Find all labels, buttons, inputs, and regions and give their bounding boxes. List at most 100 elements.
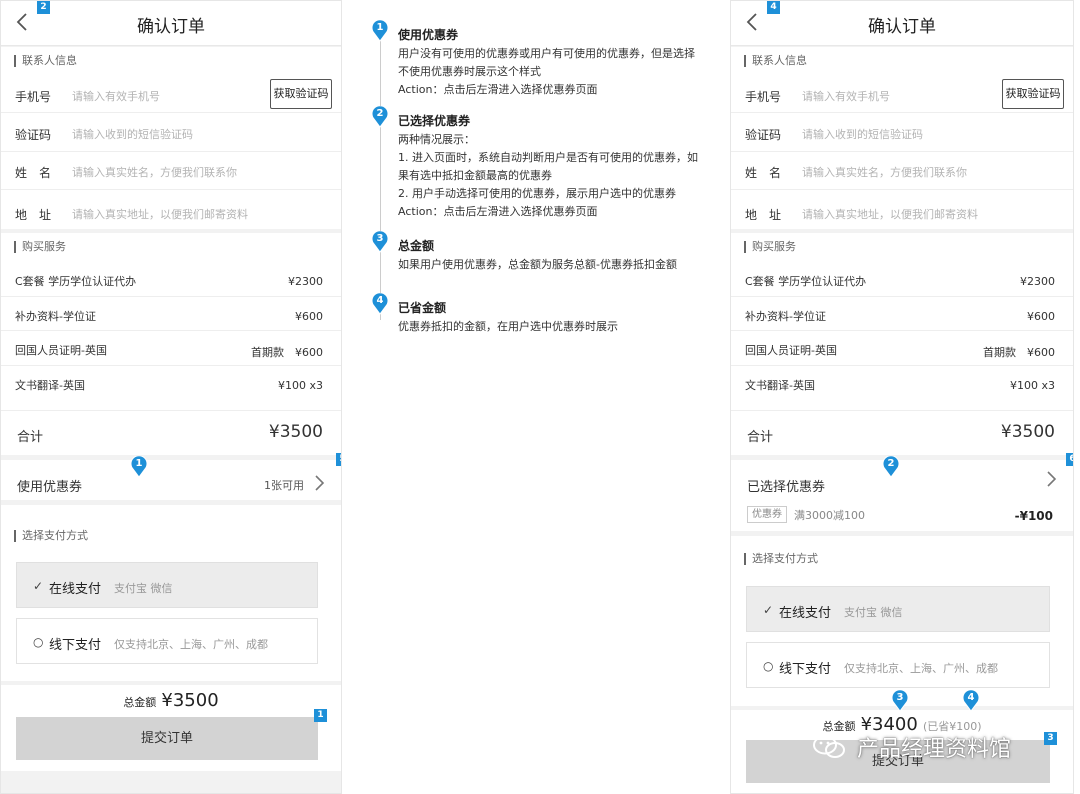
section-title: 购买服务 <box>14 241 66 253</box>
pay-online-option[interactable]: ✓ 在线支付 支付宝 微信 <box>746 586 1050 632</box>
radio-icon: ○ <box>763 659 774 673</box>
pay-method-name: 在线支付 <box>49 582 102 597</box>
order-screen-default: 2 确认订单 联系人信息 手机号 请输入有效手机号 获取验证码 验证码 请输入收… <box>0 0 342 794</box>
address-input[interactable]: 请输入真实地址，以便我们邮寄资料 <box>802 206 978 222</box>
phone-input[interactable]: 请输入有效手机号 <box>802 88 890 104</box>
purchase-section: 购买服务 C套餐 学历学位认证代办 ¥2300 补办资料-学位证 ¥600 回国… <box>731 233 1073 455</box>
field-label: 手机号 <box>15 90 52 104</box>
code-row: 验证码 请输入收到的短信验证码 <box>1 114 341 152</box>
pay-method-name: 线下支付 <box>779 662 832 677</box>
service-item: 回国人员证明-英国 首期款 ¥600 <box>745 342 1055 359</box>
annotation-pin: 1 <box>130 456 148 478</box>
pay-online-option[interactable]: ✓ 在线支付 支付宝 微信 <box>16 562 318 608</box>
coupon-row[interactable]: 使用优惠券 1张可用 <box>1 460 341 500</box>
field-label: 地 址 <box>745 208 782 222</box>
pay-offline-option[interactable]: ○ 线下支付 仅支持北京、上海、广州、成都 <box>16 618 318 664</box>
field-label: 姓 名 <box>15 166 52 180</box>
total-label: 合计 <box>747 430 774 445</box>
service-name: 文书翻译-英国 <box>745 379 815 392</box>
service-price: ¥100 x3 <box>1010 379 1055 392</box>
field-label: 地 址 <box>15 208 52 222</box>
annotation-pin: 4 <box>962 690 980 712</box>
contact-section: 联系人信息 手机号 请输入有效手机号 获取验证码 验证码 请输入收到的短信验证码… <box>731 47 1073 229</box>
section-title: 联系人信息 <box>744 55 807 67</box>
coupon-tag: 优惠券 <box>747 506 787 523</box>
service-price: ¥2300 <box>1020 275 1055 288</box>
service-item: 回国人员证明-英国 首期款 ¥600 <box>15 342 323 359</box>
phone-row: 手机号 请输入有效手机号 获取验证码 <box>1 75 341 113</box>
annotation-pin: 4 <box>371 292 389 315</box>
section-title: 选择支付方式 <box>744 553 818 565</box>
address-row: 地 址 请输入真实地址，以便我们邮寄资料 <box>731 191 1073 229</box>
pay-method-desc: 仅支持北京、上海、广州、成都 <box>114 638 268 651</box>
submit-button[interactable]: 提交订单 <box>16 717 318 760</box>
annotation-badge: 3 <box>1044 732 1057 745</box>
note-title: 已选择优惠券 <box>398 114 471 128</box>
code-input[interactable]: 请输入收到的短信验证码 <box>802 126 923 142</box>
pay-method-desc: 仅支持北京、上海、广州、成都 <box>844 662 998 675</box>
note-body: 优惠券抵扣的金额，在用户选中优惠券时展示 <box>398 320 618 333</box>
annotation-pin: 2 <box>882 456 900 478</box>
service-name: 补办资料-学位证 <box>15 310 96 323</box>
payment-section: 选择支付方式 ✓ 在线支付 支付宝 微信 ○ 线下支付 仅支持北京、上海、广州、… <box>731 536 1073 706</box>
note-body: 两种情况展示： 1. 进入页面时，系统自动判断用户是否有可使用的优惠券，如 果有选中… <box>398 133 698 218</box>
note-body: 如果用户使用优惠券，总金额为服务总额-优惠券抵扣金额 <box>398 258 677 271</box>
chevron-right-icon <box>315 475 325 491</box>
service-price: 首期款 ¥600 <box>251 346 323 359</box>
coupon-amount: -¥100 <box>1014 509 1053 523</box>
footer: 总金额 ¥3500 提交订单 <box>1 685 341 771</box>
field-label: 验证码 <box>15 128 52 142</box>
note-title: 使用优惠券 <box>398 28 459 42</box>
order-screen-coupon-selected: 4 确认订单 联系人信息 手机号 请输入有效手机号 获取验证码 验证码 请输入收… <box>730 0 1074 794</box>
payment-section: 选择支付方式 ✓ 在线支付 支付宝 微信 ○ 线下支付 仅支持北京、上海、广州、… <box>1 505 341 681</box>
service-name: 回国人员证明-英国 <box>745 344 837 357</box>
coupon-label: 使用优惠券 <box>17 480 83 495</box>
service-name: C套餐 学历学位认证代办 <box>15 275 137 288</box>
coupon-label: 已选择优惠券 <box>747 480 826 495</box>
service-name: 文书翻译-英国 <box>15 379 85 392</box>
service-price: ¥600 <box>1027 310 1055 323</box>
annotation-pin: 3 <box>891 690 909 712</box>
wechat-icon <box>813 735 845 758</box>
name-input[interactable]: 请输入真实姓名，方便我们联系你 <box>802 164 967 180</box>
coupon-count: 1张可用 <box>264 479 304 492</box>
service-item: C套餐 学历学位认证代办 ¥2300 <box>745 273 1055 289</box>
section-title: 选择支付方式 <box>14 530 88 542</box>
section-title: 联系人信息 <box>14 55 77 67</box>
service-price: 首期款 ¥600 <box>983 346 1055 359</box>
chevron-right-icon <box>1047 471 1057 487</box>
field-label: 手机号 <box>745 90 782 104</box>
code-input[interactable]: 请输入收到的短信验证码 <box>72 126 193 142</box>
annotation-notes: 1 使用优惠券 用户没有可使用的优惠券或用户有可使用的优惠券，但是选择 不使用优惠… <box>365 19 710 350</box>
code-row: 验证码 请输入收到的短信验证码 <box>731 114 1073 152</box>
header: 确认订单 <box>731 1 1073 46</box>
check-icon: ✓ <box>763 603 774 617</box>
note-title: 总金额 <box>398 239 435 253</box>
get-code-button[interactable]: 获取验证码 <box>1002 79 1064 109</box>
pay-method-name: 线下支付 <box>49 638 102 653</box>
service-price: ¥2300 <box>288 275 323 288</box>
annotation-badge: 5 <box>336 453 341 466</box>
coupon-row[interactable]: 已选择优惠券 优惠券 满3000减100 -¥100 <box>731 460 1073 531</box>
page-title: 确认订单 <box>137 17 205 37</box>
service-price: ¥600 <box>295 310 323 323</box>
annotation-badge: 2 <box>37 1 50 14</box>
address-row: 地 址 请输入真实地址，以便我们邮寄资料 <box>1 191 341 229</box>
section-title: 购买服务 <box>744 241 796 253</box>
get-code-button[interactable]: 获取验证码 <box>270 79 332 109</box>
coupon-desc: 满3000减100 <box>794 509 865 522</box>
service-item: 补办资料-学位证 ¥600 <box>15 308 323 324</box>
service-name: 回国人员证明-英国 <box>15 344 107 357</box>
phone-row: 手机号 请输入有效手机号 获取验证码 <box>731 75 1073 113</box>
name-row: 姓 名 请输入真实姓名，方便我们联系你 <box>1 152 341 190</box>
address-input[interactable]: 请输入真实地址，以便我们邮寄资料 <box>72 206 248 222</box>
name-input[interactable]: 请输入真实姓名，方便我们联系你 <box>72 164 237 180</box>
check-icon: ✓ <box>33 579 44 593</box>
phone-input[interactable]: 请输入有效手机号 <box>72 88 160 104</box>
total-label: 合计 <box>17 430 44 445</box>
purchase-section: 购买服务 C套餐 学历学位认证代办 ¥2300 补办资料-学位证 ¥600 回国… <box>1 233 341 455</box>
contact-section: 联系人信息 手机号 请输入有效手机号 获取验证码 验证码 请输入收到的短信验证码… <box>1 47 341 229</box>
pay-offline-option[interactable]: ○ 线下支付 仅支持北京、上海、广州、成都 <box>746 642 1050 688</box>
service-item: 文书翻译-英国 ¥100 x3 <box>15 377 323 393</box>
service-item: C套餐 学历学位认证代办 ¥2300 <box>15 273 323 289</box>
